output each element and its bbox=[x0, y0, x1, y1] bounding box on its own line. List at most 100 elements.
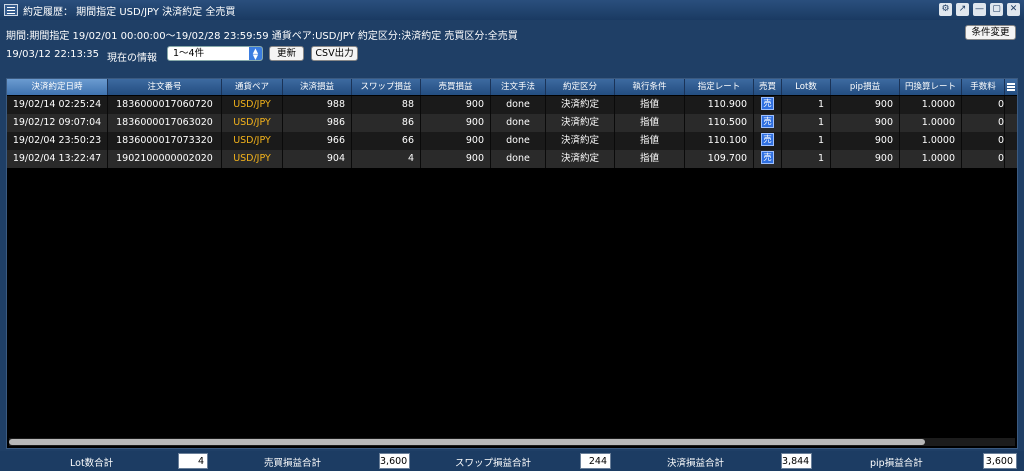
settings-icon[interactable]: ⚙ bbox=[939, 3, 952, 16]
cell-lots: 1 bbox=[782, 132, 831, 150]
swap-pl-total-value: 244 bbox=[580, 453, 611, 469]
cell-lots: 1 bbox=[782, 150, 831, 168]
window-controls: ⚙ ↗ — ▢ ✕ bbox=[939, 3, 1020, 16]
trade-history-grid: 決済約定日時 注文番号 通貨ペア 決済損益 スワップ損益 売買損益 注文手法 約… bbox=[6, 78, 1018, 449]
cell-order-method: done bbox=[491, 96, 546, 114]
settle-pl-total-label: 決済損益合計 bbox=[667, 458, 725, 469]
cell-side: 売 bbox=[754, 132, 782, 150]
updown-chevron-icon: ▲ ▼ bbox=[249, 47, 262, 61]
cell-settle-time: 19/02/04 13:22:47 bbox=[7, 150, 108, 168]
cell-settle-time: 19/02/14 02:25:24 bbox=[7, 96, 108, 114]
col-header-swap-pl[interactable]: スワップ損益 bbox=[352, 79, 421, 95]
cell-lots: 1 bbox=[782, 114, 831, 132]
window-title: 約定履歴： 期間指定 USD/JPY 決済約定 全売買 bbox=[23, 6, 236, 18]
col-header-settle-pl[interactable]: 決済損益 bbox=[283, 79, 352, 95]
col-header-settle-time[interactable]: 決済約定日時 bbox=[7, 79, 108, 95]
settle-pl-total-value: 3,844 bbox=[781, 453, 812, 469]
col-header-yen-rate[interactable]: 円換算レート bbox=[900, 79, 962, 95]
cell-settle-pl: 904 bbox=[283, 150, 352, 168]
col-header-order-method[interactable]: 注文手法 bbox=[491, 79, 546, 95]
cell-order-method: done bbox=[491, 150, 546, 168]
cell-yen-rate: 1.0000 bbox=[900, 150, 962, 168]
cell-yen-rate: 1.0000 bbox=[900, 96, 962, 114]
cell-lots: 1 bbox=[782, 96, 831, 114]
cell-exec-type: 決済約定 bbox=[546, 96, 615, 114]
swap-pl-total-label: スワップ損益合計 bbox=[455, 458, 532, 469]
cell-pip-pl: 900 bbox=[831, 132, 900, 150]
csv-export-button[interactable]: CSV出力 bbox=[311, 46, 358, 61]
cell-rate: 110.500 bbox=[685, 114, 754, 132]
sell-badge: 売 bbox=[761, 133, 774, 146]
minimize-icon[interactable]: — bbox=[973, 3, 986, 16]
cell-trade-pl: 900 bbox=[421, 132, 491, 150]
cell-swap-pl: 86 bbox=[352, 114, 421, 132]
cell-pip-pl: 900 bbox=[831, 96, 900, 114]
cell-side: 売 bbox=[754, 114, 782, 132]
col-header-exec-type[interactable]: 約定区分 bbox=[546, 79, 615, 95]
change-condition-button[interactable]: 条件変更 bbox=[965, 25, 1016, 40]
cell-swap-pl: 66 bbox=[352, 132, 421, 150]
cell-pair: USD/JPY bbox=[222, 132, 283, 150]
col-header-exec-cond[interactable]: 執行条件 bbox=[615, 79, 685, 95]
cell-exec-type: 決済約定 bbox=[546, 114, 615, 132]
refresh-button[interactable]: 更新 bbox=[269, 46, 304, 61]
cell-fee: 0 bbox=[962, 132, 1005, 150]
table-row[interactable]: 19/02/04 13:22:47 1902100000002020 USD/J… bbox=[7, 150, 1017, 168]
cell-pip-pl: 900 bbox=[831, 150, 900, 168]
col-header-side[interactable]: 売買 bbox=[754, 79, 782, 95]
cell-exec-cond: 指値 bbox=[615, 114, 685, 132]
cell-yen-rate: 1.0000 bbox=[900, 114, 962, 132]
window-list-icon bbox=[4, 4, 18, 16]
cell-exec-cond: 指値 bbox=[615, 132, 685, 150]
cell-settle-time: 19/02/12 09:07:04 bbox=[7, 114, 108, 132]
range-select[interactable]: 1〜4件 ▲ ▼ bbox=[167, 46, 263, 61]
cell-settle-pl: 986 bbox=[283, 114, 352, 132]
cell-trade-pl: 900 bbox=[421, 114, 491, 132]
filter-summary: 期間:期間指定 19/02/01 00:00:00〜19/02/28 23:59… bbox=[6, 31, 518, 42]
cell-pair: USD/JPY bbox=[222, 114, 283, 132]
cell-fee: 0 bbox=[962, 150, 1005, 168]
current-info-label: 現在の情報 bbox=[107, 53, 157, 64]
current-datetime: 19/03/12 22:13:35 bbox=[6, 49, 100, 60]
cell-side: 売 bbox=[754, 150, 782, 168]
col-header-pip-pl[interactable]: pip損益 bbox=[831, 79, 900, 95]
cell-fee: 0 bbox=[962, 96, 1005, 114]
cell-rate: 110.100 bbox=[685, 132, 754, 150]
close-icon[interactable]: ✕ bbox=[1007, 3, 1020, 16]
totals-footer: Lot数合計 4 売買損益合計 3,600 スワップ損益合計 244 決済損益合… bbox=[0, 451, 1024, 471]
cell-settle-pl: 966 bbox=[283, 132, 352, 150]
lot-total-value: 4 bbox=[178, 453, 208, 469]
maximize-icon[interactable]: ▢ bbox=[990, 3, 1003, 16]
cell-rate: 109.700 bbox=[685, 150, 754, 168]
col-header-lots[interactable]: Lot数 bbox=[782, 79, 831, 95]
table-row[interactable]: 19/02/14 02:25:24 1836000017060720 USD/J… bbox=[7, 96, 1017, 114]
cell-settle-time: 19/02/04 23:50:23 bbox=[7, 132, 108, 150]
col-header-fee[interactable]: 手数料 bbox=[962, 79, 1005, 95]
col-header-pair[interactable]: 通貨ペア bbox=[222, 79, 283, 95]
lot-total-label: Lot数合計 bbox=[70, 458, 114, 469]
cell-order-no: 1836000017060720 bbox=[108, 96, 222, 114]
cell-fee: 0 bbox=[962, 114, 1005, 132]
table-row[interactable]: 19/02/04 23:50:23 1836000017073320 USD/J… bbox=[7, 132, 1017, 150]
grid-header: 決済約定日時 注文番号 通貨ペア 決済損益 スワップ損益 売買損益 注文手法 約… bbox=[7, 79, 1017, 95]
col-header-trade-pl[interactable]: 売買損益 bbox=[421, 79, 491, 95]
cell-order-no: 1836000017063020 bbox=[108, 114, 222, 132]
col-header-order-no[interactable]: 注文番号 bbox=[108, 79, 222, 95]
cell-swap-pl: 88 bbox=[352, 96, 421, 114]
cell-pair: USD/JPY bbox=[222, 150, 283, 168]
popout-icon[interactable]: ↗ bbox=[956, 3, 969, 16]
horizontal-scrollbar[interactable] bbox=[9, 438, 1015, 446]
cell-exec-type: 決済約定 bbox=[546, 150, 615, 168]
trade-pl-total-label: 売買損益合計 bbox=[264, 458, 322, 469]
cell-swap-pl: 4 bbox=[352, 150, 421, 168]
column-menu-icon[interactable] bbox=[1007, 82, 1017, 92]
cell-order-no: 1836000017073320 bbox=[108, 132, 222, 150]
sell-badge: 売 bbox=[761, 115, 774, 128]
cell-pair: USD/JPY bbox=[222, 96, 283, 114]
cell-trade-pl: 900 bbox=[421, 150, 491, 168]
title-bar: 約定履歴： 期間指定 USD/JPY 決済約定 全売買 ⚙ ↗ — ▢ ✕ bbox=[0, 0, 1024, 20]
pip-pl-total-value: 3,600 bbox=[983, 453, 1017, 469]
col-header-rate[interactable]: 指定レート bbox=[685, 79, 754, 95]
table-row[interactable]: 19/02/12 09:07:04 1836000017063020 USD/J… bbox=[7, 114, 1017, 132]
horizontal-scroll-thumb[interactable] bbox=[9, 439, 925, 445]
